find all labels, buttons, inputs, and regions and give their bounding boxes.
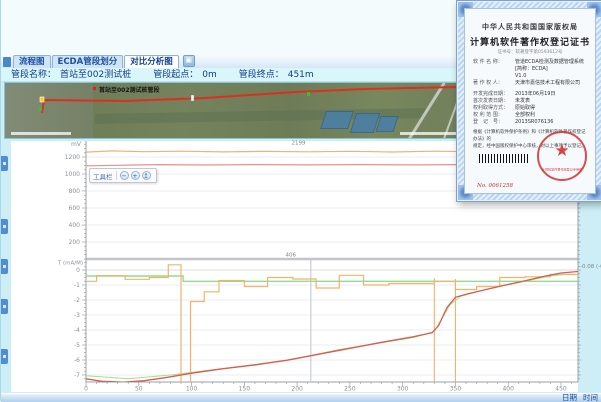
axis-label: 1200 [65,154,80,161]
axis-label: 1000 [65,171,80,178]
certificate-field-2: V1.0 [473,73,589,80]
green-marker-icon[interactable] [307,92,310,96]
axis-label: 200 [69,239,81,246]
chart-annotation: -0.08 (-0.08) [580,264,601,270]
tab-scroll-handle[interactable] [3,57,11,67]
axis-label: -7 [74,372,80,379]
axis-label: 800 [69,188,81,195]
axis-label: 200 [291,386,303,393]
collapsed-panel-tab[interactable] [1,349,8,364]
axis-label: 350 [450,386,462,393]
axis-label: 250 [344,386,356,393]
export-button[interactable]: ↥ [142,171,151,180]
chart-annotation: 406 [286,253,297,259]
certificate-field-1: [简称：ECDA] [473,66,589,73]
tab-1[interactable]: ECDA管段划分 [52,55,124,68]
certificate-field-3: 著 作 权 人：天津市嘉信技术工程有限公司 [473,80,589,87]
certificate-authority: 中华人民共和国国家版权局 [465,22,595,32]
certificate-number-line: 证书号：软著登字第0593612号 [465,49,595,55]
test-post-marker-icon[interactable] [191,95,194,101]
axis-label: -4 [74,327,80,334]
map-segment-label: 首站至002测试桩管段 [99,85,160,94]
tab-list-icon[interactable]: ▣ [183,55,195,67]
map-watermark [11,132,71,135]
info-label-1: 管段起点： [153,70,198,80]
certificate-field-0: 软 件 名 称：管道ECDA检测及数据管理系统 [473,59,589,66]
collapsed-panel-tab[interactable] [1,156,8,171]
info-label-2: 管段终点： [239,70,284,80]
axis-label: -5 [74,342,80,349]
tab-0[interactable]: 流程图 [13,55,51,68]
axis-label: -3 [74,312,80,319]
chart-annotation: 2199 [292,140,306,146]
axis-label: 450 [555,386,567,393]
certificate-field-6: 首次发表日期：未发表 [473,98,589,105]
axis-label: 50 [135,386,143,393]
axis-label: -2 [74,297,80,304]
map-label-dot [93,87,96,90]
software-copyright-certificate: 中华人民共和国国家版权局 计算机软件著作权登记证书 证书号：软著登字第05936… [456,0,601,202]
app-window: 流程图ECDA管段划分对比分析图 ▣ 管段名称：首站至002测试桩管段起点：0m… [0,0,601,401]
seal-caption: 计算机软件著作权登记专用章 [537,167,588,171]
zoom-in-button[interactable]: + [131,171,140,180]
collapsed-panel-tab[interactable] [1,259,8,274]
axis-label: 400 [502,386,514,393]
collapsed-panel-tab[interactable] [1,299,8,314]
green-marker-icon[interactable] [39,107,42,111]
axis-label: -6 [74,357,80,364]
axis-label: 0 [76,267,80,274]
certificate-title: 计算机软件著作权登记证书 [465,35,595,48]
axis-label: 100 [186,386,198,393]
info-value-0: 首站至002测试桩 [60,70,131,80]
info-value-1: 0m [202,70,217,80]
collapsed-panel-tab[interactable] [1,219,8,234]
official-red-seal: ★ 计算机软件著作权登记专用章 [537,131,587,181]
toolbar-label: 工具栏 [93,171,113,181]
axis-label: 300 [397,386,409,393]
certificate-body: 中华人民共和国国家版权局 计算机软件著作权登记证书 证书号：软著登字第05936… [464,8,596,194]
tab-2[interactable]: 对比分析图 [124,55,179,68]
info-value-2: 451m [288,70,314,80]
axis-label: 0 [84,386,88,393]
certificate-field-5: 开发完成日期：2013年06月19日 [473,91,589,98]
barcode [479,154,529,163]
seal-star-icon: ★ [539,141,585,161]
axis-label: mV [71,141,82,148]
start-pin-icon[interactable] [40,97,44,102]
chart-toolbar: 工具栏 −+↥ [89,168,157,183]
axis-label: 600 [69,205,81,212]
info-label-0: 管段名称： [11,70,56,80]
toolbar-separator [116,171,117,180]
axis-label: 400 [69,222,81,229]
axis-label: T (mA/M) [57,261,83,267]
certificate-field-8: 权 利 范 围：全部权利 [473,112,589,119]
certificate-field-9: 登 记 号：2013SR076136 [473,119,589,126]
axis-label: -1 [74,282,80,289]
axis-label: 150 [239,386,251,393]
zoom-out-button[interactable]: − [120,171,129,180]
certificate-field-7: 权利取得方式：原始取得 [473,105,589,112]
certificate-serial-number: No. 0061258 [477,183,513,189]
